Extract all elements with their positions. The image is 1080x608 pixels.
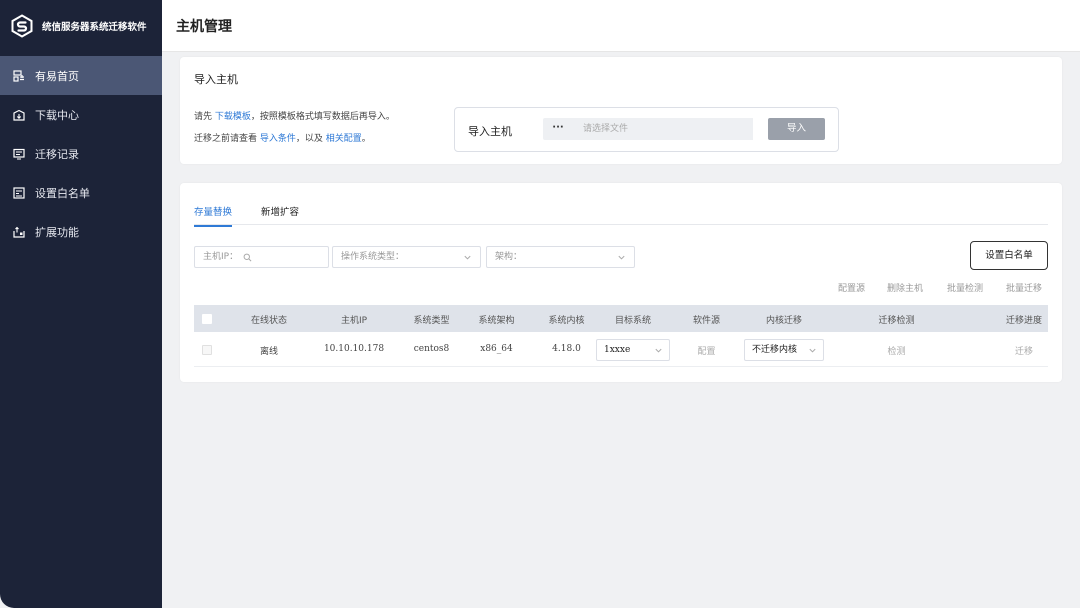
hint-text: ，以及 — [295, 134, 326, 144]
sidebar-item-label: 下载中心 — [35, 108, 79, 122]
top-header: 主机管理 — [162, 0, 1080, 52]
arch-select[interactable]: 架构： — [486, 246, 635, 268]
batch-check-action[interactable]: 批量检测 — [947, 281, 983, 294]
chevron-down-icon — [654, 340, 663, 360]
hint-text: 迁移之前请查看 — [194, 134, 260, 144]
extension-icon — [13, 226, 25, 238]
import-hint-template: 请先 下载模板，按照模板格式填写数据后再导入。 — [194, 109, 395, 122]
download-template-link[interactable]: 下载模板 — [215, 112, 251, 122]
os-type: centos8 — [413, 344, 450, 354]
tab-new-expansion[interactable]: 新增扩容 — [261, 204, 299, 225]
sidebar-item-label: 迁移记录 — [35, 147, 79, 161]
tab-stock-replace[interactable]: 存量替换 — [194, 204, 233, 227]
sidebar-item-extensions[interactable]: 扩展功能 — [0, 212, 162, 251]
import-card-title: 导入主机 — [194, 73, 238, 86]
column-header: 迁移检测 — [878, 316, 915, 326]
column-header: 系统内核 — [548, 316, 585, 326]
row-checkbox[interactable] — [202, 345, 212, 355]
sidebar-item-whitelist[interactable]: 设置白名单 — [0, 173, 162, 212]
import-conditions-link[interactable]: 导入条件 — [260, 134, 296, 144]
import-host-box: 导入主机 ··· 导入 — [454, 107, 839, 152]
kernel-migration-value: 不迁移内核 — [752, 345, 798, 355]
host-list-card: 存量替换 新增扩容 主机IP： 操作系统类型： 架构： 设置白名单 配置源 删除… — [180, 183, 1062, 382]
column-header: 内核迁移 — [765, 316, 802, 326]
host-ip-filter[interactable]: 主机IP： — [194, 246, 329, 268]
brand: 统信服务器系统迁移软件 — [0, 0, 162, 52]
batch-migrate-action[interactable]: 批量迁移 — [1006, 281, 1042, 294]
online-status: 离线 — [259, 347, 278, 357]
column-header: 软件源 — [692, 316, 720, 326]
sidebar-item-label: 设置白名单 — [35, 186, 90, 200]
sidebar-item-label: 扩展功能 — [35, 225, 79, 239]
table-row: 离线 10.10.10.178 centos8 x86_64 4.18.0 1x… — [194, 333, 1048, 367]
import-button[interactable]: 导入 — [768, 118, 825, 140]
column-header: 迁移进度 — [1005, 316, 1042, 326]
import-hint-conditions: 迁移之前请查看 导入条件，以及 相关配置。 — [194, 131, 371, 144]
table-header: 在线状态 主机IP 系统类型 系统架构 系统内核 目标系统 软件源 内核迁移 迁… — [194, 305, 1048, 332]
sidebar-nav: 有易首页 下载中心 迁移记录 设置白名单 扩展功能 — [0, 56, 162, 251]
page-title: 主机管理 — [176, 18, 232, 35]
app-title: 统信服务器系统迁移软件 — [42, 22, 147, 33]
hint-text: ，按照模板格式填写数据后再导入。 — [250, 112, 395, 122]
home-icon — [13, 69, 25, 82]
sidebar-item-download[interactable]: 下载中心 — [0, 95, 162, 134]
sidebar-item-records[interactable]: 迁移记录 — [0, 134, 162, 173]
os-type-placeholder: 操作系统类型： — [341, 252, 405, 262]
os-type-select[interactable]: 操作系统类型： — [332, 246, 481, 268]
system-arch: x86_64 — [480, 344, 513, 354]
sidebar: 统信服务器系统迁移软件 有易首页 下载中心 迁移记录 设置白名单 扩展功能 — [0, 0, 162, 608]
host-ip-filter-placeholder: 主机IP： — [203, 252, 239, 262]
browse-file-button[interactable]: ··· — [543, 118, 573, 140]
system-kernel: 4.18.0 — [552, 344, 581, 354]
host-ip: 10.10.10.178 — [323, 344, 385, 354]
migrate-link[interactable]: 迁移 — [984, 344, 1064, 357]
file-path-input[interactable] — [573, 118, 753, 140]
column-header: 在线状态 — [250, 316, 287, 326]
column-header: 系统架构 — [478, 316, 515, 326]
related-config-link[interactable]: 相关配置 — [326, 134, 362, 144]
set-whitelist-button[interactable]: 设置白名单 — [970, 241, 1048, 270]
chevron-down-icon — [808, 340, 817, 360]
select-all-checkbox[interactable] — [202, 314, 212, 324]
record-icon — [13, 148, 25, 160]
sidebar-item-label: 有易首页 — [35, 69, 79, 83]
chevron-down-icon — [462, 247, 472, 267]
app-logo-icon — [10, 14, 34, 38]
column-header: 系统类型 — [413, 316, 450, 326]
target-system-value: 1xxxe — [604, 345, 631, 355]
configure-source-link[interactable]: 配置 — [684, 344, 729, 357]
check-link[interactable]: 检测 — [859, 344, 934, 357]
target-system-select[interactable]: 1xxxe — [596, 339, 670, 361]
chevron-down-icon — [616, 247, 626, 267]
whitelist-icon — [13, 186, 25, 199]
import-host-label: 导入主机 — [468, 125, 512, 138]
search-icon — [243, 253, 252, 262]
sidebar-item-home[interactable]: 有易首页 — [0, 56, 162, 95]
kernel-migration-select[interactable]: 不迁移内核 — [744, 339, 824, 361]
column-header: 主机IP — [340, 316, 368, 326]
delete-host-action[interactable]: 删除主机 — [887, 281, 923, 294]
import-card: 导入主机 请先 下载模板，按照模板格式填写数据后再导入。 迁移之前请查看 导入条… — [180, 57, 1062, 164]
tab-bar: 存量替换 新增扩容 — [194, 201, 1048, 227]
config-source-action[interactable]: 配置源 — [838, 281, 865, 294]
arch-placeholder: 架构： — [495, 252, 523, 262]
column-header: 目标系统 — [614, 316, 651, 326]
hint-text: 。 — [361, 134, 371, 144]
hint-text: 请先 — [194, 112, 215, 122]
download-icon — [13, 109, 25, 121]
